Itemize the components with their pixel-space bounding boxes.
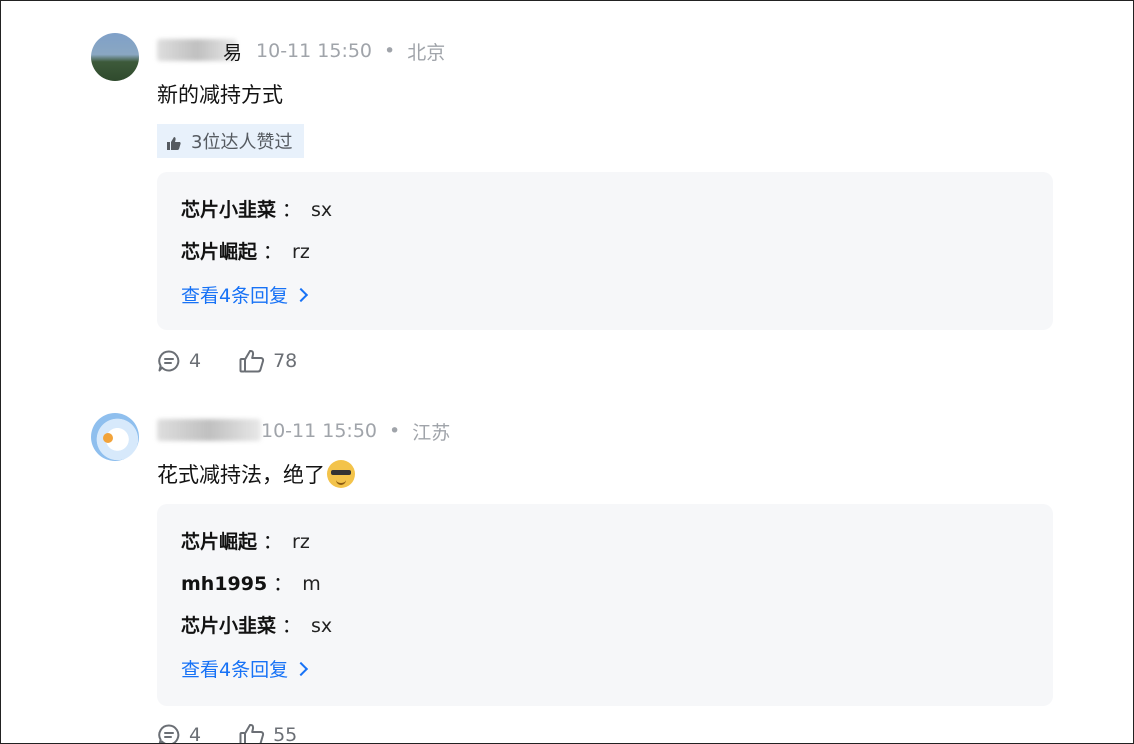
comment-time: 10-11 15:50 <box>261 420 378 442</box>
avatar-decoration <box>103 433 113 443</box>
comment-bubble-icon <box>158 724 180 743</box>
view-replies-link[interactable]: 查看4条回复 <box>181 655 309 682</box>
comment-text: 新的减持方式 <box>157 83 283 107</box>
thumbs-up-icon <box>167 134 181 150</box>
comment-count: 4 <box>189 724 202 744</box>
thumbs-up-outline-icon <box>239 349 265 373</box>
view-replies-label: 查看4条回复 <box>181 659 289 681</box>
chevron-right-icon <box>294 661 309 676</box>
reply-text: sx <box>311 199 333 221</box>
comment-count: 4 <box>189 350 202 372</box>
reply-item: 芯片小韭菜 ： sx <box>181 611 332 638</box>
avatar[interactable] <box>91 33 139 81</box>
reply-author[interactable]: 芯片崛起 <box>181 241 257 263</box>
like-count: 55 <box>273 724 298 744</box>
comment-actions: 4 55 <box>157 723 335 744</box>
reply-button[interactable]: 4 <box>157 349 201 373</box>
comment-header: 10-11 15:50 • 江苏 <box>157 417 450 445</box>
comment-time: 10-11 15:50 <box>256 40 373 62</box>
reply-item: 芯片崛起 ： rz <box>181 237 310 264</box>
reply-text: sx <box>311 615 333 637</box>
meta-separator: • <box>389 420 401 442</box>
reply-item: 芯片小韭菜 ： sx <box>181 195 332 222</box>
thumbs-up-outline-icon <box>239 723 265 743</box>
comment-text-row: 花式减持法，绝了 <box>157 459 355 489</box>
comment-location: 江苏 <box>412 421 451 444</box>
chevron-right-icon <box>294 287 309 302</box>
like-button[interactable]: 55 <box>239 723 298 744</box>
reply-author[interactable]: 芯片小韭菜 <box>181 615 276 637</box>
reply-item: mh1995 ： m <box>181 569 321 596</box>
reply-separator: ： <box>263 241 283 263</box>
reply-box: 芯片崛起： rz mh1995： m 芯片小韭菜： sx 查看4条回复 <box>157 504 1053 706</box>
reply-item: 芯片崛起 ： rz <box>181 527 310 554</box>
reply-separator: ： <box>282 615 302 637</box>
reply-author[interactable]: mh1995 <box>181 573 267 595</box>
reply-separator: ： <box>273 573 293 595</box>
reply-separator: ： <box>282 199 302 221</box>
reply-box: 芯片小韭菜 ： sx 芯片崛起 ： rz 查看4条回复 <box>157 172 1053 330</box>
reply-separator: ： <box>263 531 283 553</box>
comment-list: 易 10-11 15:50 • 北京 新的减持方式 3位达人赞过 芯片小韭菜 ： s… <box>0 0 1134 744</box>
meta-separator: • <box>384 40 396 62</box>
like-button[interactable]: 78 <box>239 349 297 373</box>
likes-badge-label: 3位达人赞过 <box>191 132 293 153</box>
comment-bubble-icon <box>158 350 180 372</box>
view-replies-link[interactable]: 查看4条回复 <box>181 281 309 308</box>
reply-button[interactable]: 4 <box>157 723 202 744</box>
reply-text: rz <box>292 531 310 553</box>
comment-actions: 4 78 <box>157 349 335 373</box>
view-replies-label: 查看4条回复 <box>181 285 289 307</box>
comment-location: 北京 <box>407 41 446 64</box>
reply-text: m <box>302 573 321 595</box>
comment-header: 易 10-11 15:50 • 北京 <box>157 37 445 65</box>
avatar[interactable] <box>91 413 139 461</box>
reply-text: rz <box>292 241 310 263</box>
reply-author[interactable]: 芯片小韭菜 <box>181 199 276 221</box>
cool-dog-emoji-icon <box>327 460 355 488</box>
comment-text: 花式减持法，绝了 <box>157 463 325 487</box>
like-count: 78 <box>273 350 298 372</box>
comment-author[interactable]: 易 <box>223 38 242 65</box>
reply-author[interactable]: 芯片崛起 <box>181 531 257 553</box>
likes-badge[interactable]: 3位达人赞过 <box>157 124 305 158</box>
